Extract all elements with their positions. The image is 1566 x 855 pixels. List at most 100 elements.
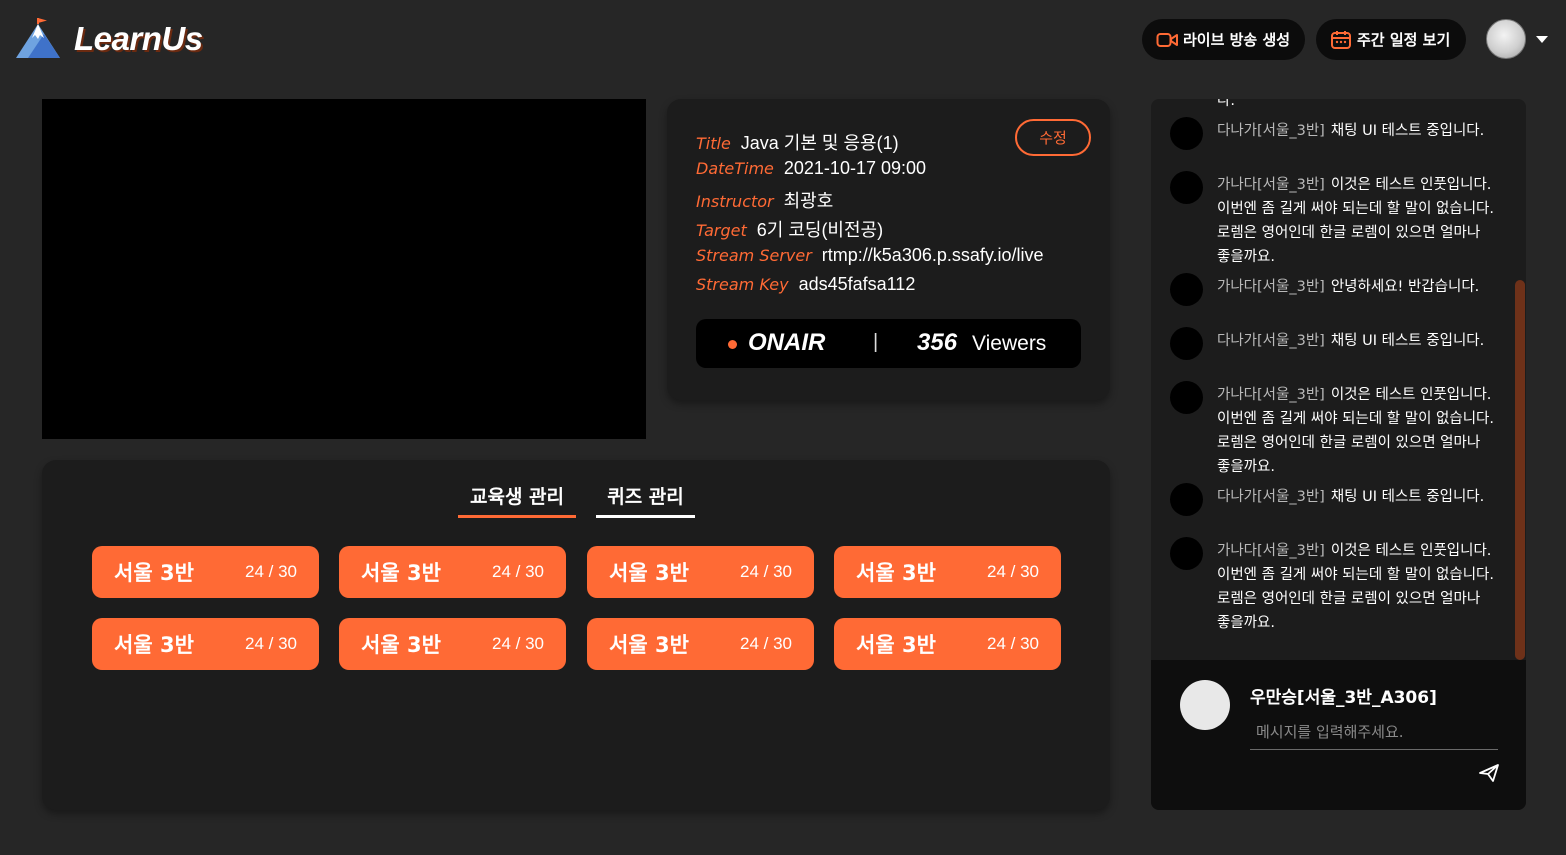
info-key: Title [696, 134, 731, 153]
current-user-name: 우만승[서울_3반_A306] [1250, 688, 1437, 708]
send-icon[interactable] [1478, 763, 1500, 783]
onair-label: ONAIR [748, 329, 826, 356]
tab-quiz-management[interactable]: 퀴즈 관리 [596, 482, 695, 518]
class-name: 서울 3반 [609, 633, 689, 657]
info-value: 최광호 [783, 191, 834, 211]
chat-message: 다나가[서울_3반] 채팅 UI 테스트 중입니다. [1170, 483, 1500, 516]
info-key: Stream Key [696, 275, 789, 294]
video-camera-icon [1156, 32, 1178, 47]
current-user-avatar [1180, 680, 1230, 730]
info-row-stream-key: Stream Key ads45fafsa112 [696, 274, 915, 295]
create-live-button[interactable]: 라이브 방송 생성 [1142, 19, 1305, 60]
chat-avatar [1170, 117, 1203, 150]
class-button[interactable]: 서울 3반 24 / 30 [587, 546, 814, 598]
chat-avatar [1170, 327, 1203, 360]
avatar[interactable] [1486, 19, 1526, 59]
info-key: DateTime [696, 159, 774, 178]
chat-message-text: 안녕하세요! 반갑습니다. [1330, 279, 1480, 295]
chat-message-text: 채팅 UI 테스트 중입니다. [1330, 489, 1485, 505]
tab-student-management[interactable]: 교육생 관리 [458, 482, 576, 518]
class-button[interactable]: 서울 3반 24 / 30 [587, 618, 814, 670]
class-name: 서울 3반 [856, 633, 936, 657]
chat-message-partial: 다. [1170, 99, 1500, 113]
chat-username: 다나가[서울_3반] [1217, 333, 1325, 349]
chat-message: 가나다[서울_3반] 안녕하세요! 반갑습니다. [1170, 273, 1500, 306]
class-button[interactable]: 서울 3반 24 / 30 [92, 546, 319, 598]
info-value: rtmp://k5a306.p.ssafy.io/live [821, 245, 1044, 265]
chat-message: 가나다[서울_3반] 이것은 테스트 인풋입니다. 이번엔 좀 길게 써야 되는데… [1170, 381, 1500, 479]
class-count: 24 / 30 [987, 562, 1039, 581]
class-count: 24 / 30 [492, 634, 544, 653]
info-value: 2021-10-17 09:00 [783, 158, 927, 178]
chat-avatar [1170, 537, 1203, 570]
class-count: 24 / 30 [987, 634, 1039, 653]
class-button[interactable]: 서울 3반 24 / 30 [834, 546, 1061, 598]
chevron-down-icon[interactable] [1536, 35, 1548, 43]
mountain-logo-icon [16, 18, 60, 58]
chat-message-text: 다. [1217, 99, 1235, 109]
class-count: 24 / 30 [492, 562, 544, 581]
class-name: 서울 3반 [114, 633, 194, 657]
chat-message-text: 채팅 UI 테스트 중입니다. [1330, 333, 1485, 349]
class-count: 24 / 30 [740, 562, 792, 581]
chat-username: 가나다[서울_3반] [1217, 387, 1325, 403]
chat-avatar [1170, 171, 1203, 204]
class-name: 서울 3반 [361, 633, 441, 657]
chat-message: 다나가[서울_3반] 채팅 UI 테스트 중입니다. [1170, 327, 1500, 360]
class-count: 24 / 30 [245, 634, 297, 653]
info-row-instructor: Instructor 최광호 [696, 187, 833, 213]
create-live-label: 라이브 방송 생성 [1183, 31, 1291, 49]
class-count: 24 / 30 [740, 634, 792, 653]
info-key: Stream Server [696, 246, 812, 265]
video-player[interactable] [42, 99, 646, 439]
logo-text: LearnUs [74, 20, 203, 57]
class-count: 24 / 30 [245, 562, 297, 581]
info-key: Instructor [696, 192, 774, 211]
chat-message-list[interactable]: 다. 다나가[서울_3반] 채팅 UI 테스트 중입니다. 가나다[서울_3반] 이… [1151, 99, 1526, 660]
chat-username: 다나가[서울_3반] [1217, 489, 1325, 505]
viewer-label: Viewers [972, 332, 1047, 355]
info-key: Target [696, 221, 747, 240]
status-separator: | [873, 331, 879, 353]
onair-status-bar: ONAIR | 356 Viewers [696, 319, 1081, 368]
class-button[interactable]: 서울 3반 24 / 30 [834, 618, 1061, 670]
class-name: 서울 3반 [609, 561, 689, 585]
weekly-schedule-label: 주간 일정 보기 [1357, 31, 1451, 49]
info-row-datetime: DateTime 2021-10-17 09:00 [696, 158, 926, 179]
live-dot-icon [728, 340, 737, 349]
weekly-schedule-button[interactable]: 주간 일정 보기 [1316, 19, 1466, 60]
viewer-count: 356 [917, 329, 958, 356]
profile-menu[interactable] [1486, 19, 1548, 59]
chat-scrollbar[interactable] [1515, 280, 1525, 660]
info-value: ads45fafsa112 [798, 274, 916, 294]
logo[interactable]: LearnUs [14, 18, 203, 60]
class-name: 서울 3반 [856, 561, 936, 585]
class-name: 서울 3반 [114, 561, 194, 585]
calendar-icon [1331, 30, 1351, 49]
lecture-info-card: Title Java 기본 및 응용(1) DateTime 2021-10-1… [667, 99, 1110, 400]
info-value: 6기 코딩(비전공) [756, 220, 884, 240]
class-button[interactable]: 서울 3반 24 / 30 [92, 618, 319, 670]
chat-avatar [1170, 273, 1203, 306]
chat-message: 다나가[서울_3반] 채팅 UI 테스트 중입니다. [1170, 117, 1500, 150]
chat-message-text: 채팅 UI 테스트 중입니다. [1330, 123, 1485, 139]
chat-avatar [1170, 483, 1203, 516]
chat-avatar [1170, 381, 1203, 414]
chat-username: 다나가[서울_3반] [1217, 123, 1325, 139]
chat-composer: 우만승[서울_3반_A306] [1151, 660, 1526, 810]
info-row-stream-server: Stream Server rtmp://k5a306.p.ssafy.io/l… [696, 245, 1044, 266]
info-row-title: Title Java 기본 및 응용(1) [696, 129, 899, 155]
management-panel: 교육생 관리 퀴즈 관리 서울 3반 24 / 30 서울 3반 24 / 30… [42, 460, 1110, 810]
chat-message: 가나다[서울_3반] 이것은 테스트 인풋입니다. 이번엔 좀 길게 써야 되는데… [1170, 537, 1500, 635]
info-value: Java 기본 및 응용(1) [740, 133, 899, 153]
edit-button[interactable]: 수정 [1015, 119, 1091, 156]
chat-message: 가나다[서울_3반] 이것은 테스트 인풋입니다. 이번엔 좀 길게 써야 되는데… [1170, 171, 1500, 269]
class-button[interactable]: 서울 3반 24 / 30 [339, 546, 566, 598]
message-input[interactable] [1250, 714, 1498, 750]
class-button[interactable]: 서울 3반 24 / 30 [339, 618, 566, 670]
class-name: 서울 3반 [361, 561, 441, 585]
chat-panel: 다. 다나가[서울_3반] 채팅 UI 테스트 중입니다. 가나다[서울_3반] 이… [1151, 99, 1526, 810]
chat-username: 가나다[서울_3반] [1217, 543, 1325, 559]
info-row-target: Target 6기 코딩(비전공) [696, 216, 883, 242]
chat-username: 가나다[서울_3반] [1217, 177, 1325, 193]
